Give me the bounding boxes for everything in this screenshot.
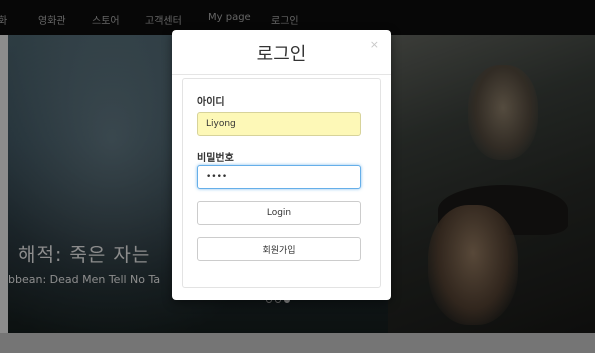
- signup-button[interactable]: 회원가입: [197, 237, 361, 261]
- modal-title: 로그인: [256, 44, 307, 65]
- login-modal: 로그인 × 아이디 비밀번호 Login 회원가입: [172, 30, 391, 300]
- id-label: 아이디: [197, 97, 225, 108]
- id-input[interactable]: [197, 112, 361, 136]
- password-input[interactable]: [197, 165, 361, 189]
- password-label: 비밀번호: [197, 153, 234, 164]
- login-form-panel: 아이디 비밀번호 Login 회원가입: [182, 78, 381, 288]
- login-button[interactable]: Login: [197, 201, 361, 225]
- close-icon[interactable]: ×: [370, 38, 379, 51]
- modal-header: 로그인 ×: [172, 30, 391, 75]
